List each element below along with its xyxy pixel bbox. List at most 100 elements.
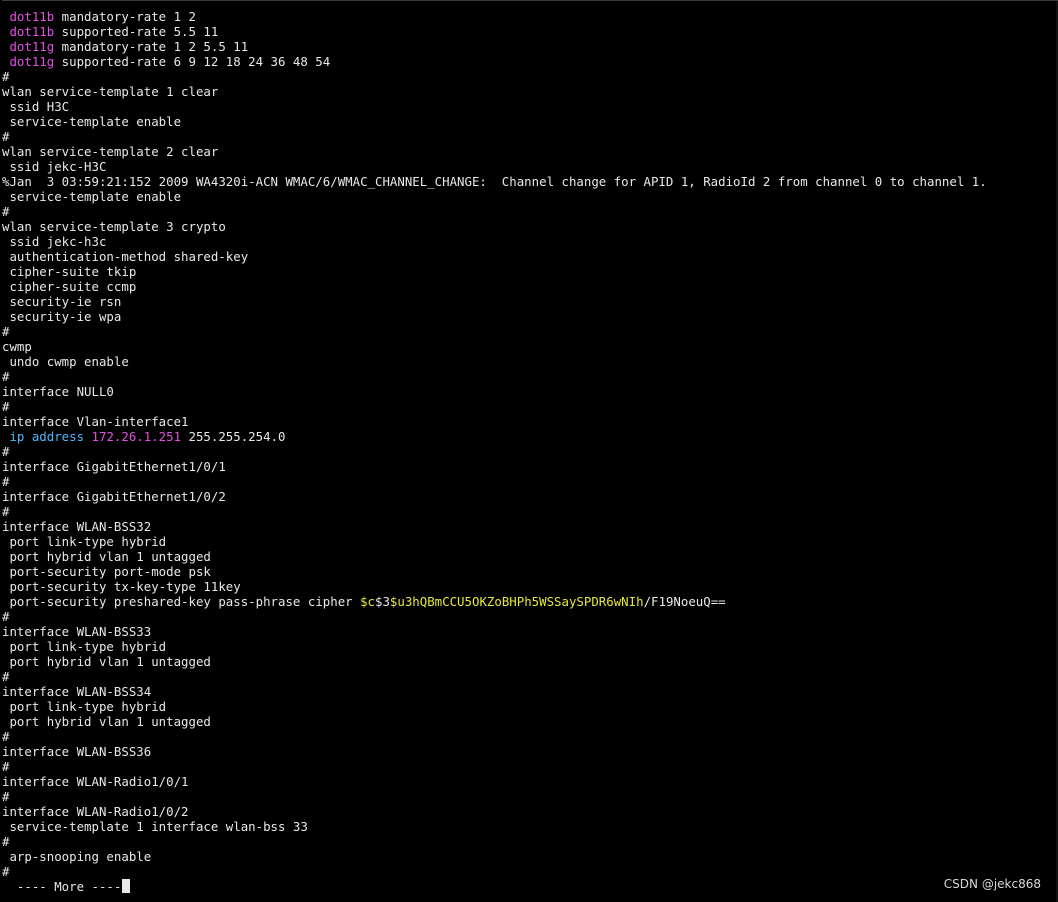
terminal-line: # bbox=[2, 474, 987, 489]
terminal-text-segment: # bbox=[2, 609, 10, 624]
terminal-text-segment: # bbox=[2, 399, 10, 414]
terminal-text-segment: # bbox=[2, 729, 10, 744]
terminal-line: port-security tx-key-type 11key bbox=[2, 579, 987, 594]
terminal-line: cipher-suite tkip bbox=[2, 264, 987, 279]
terminal-text-segment: service-template 1 interface wlan-bss 33 bbox=[2, 819, 308, 834]
terminal-text-segment: port hybrid vlan 1 untagged bbox=[2, 654, 211, 669]
terminal-line: interface Vlan-interface1 bbox=[2, 414, 987, 429]
terminal-text-segment: interface GigabitEthernet1/0/1 bbox=[2, 459, 226, 474]
terminal-text-segment: # bbox=[2, 324, 10, 339]
terminal-text-segment: # bbox=[2, 864, 10, 879]
terminal-line: dot11b mandatory-rate 1 2 bbox=[2, 9, 987, 24]
terminal-text-segment: /F19NoeuQ== bbox=[643, 594, 726, 609]
terminal-text-segment: port-security tx-key-type 11key bbox=[2, 579, 241, 594]
terminal-text-segment: interface WLAN-BSS32 bbox=[2, 519, 152, 534]
terminal-line: # bbox=[2, 69, 987, 84]
terminal-line: ssid jekc-h3c bbox=[2, 234, 987, 249]
terminal-line: # bbox=[2, 444, 987, 459]
terminal-text-segment: arp-snooping enable bbox=[2, 849, 152, 864]
terminal-text-segment: # bbox=[2, 474, 10, 489]
terminal-text-segment: ssid jekc-h3c bbox=[2, 234, 107, 249]
terminal-text-segment: # bbox=[2, 834, 10, 849]
terminal-line: dot11g mandatory-rate 1 2 5.5 11 bbox=[2, 39, 987, 54]
terminal-text-segment: $3 bbox=[375, 594, 390, 609]
terminal-text-segment: # bbox=[2, 369, 10, 384]
terminal-text-segment: # bbox=[2, 789, 10, 804]
terminal-line: interface WLAN-BSS32 bbox=[2, 519, 987, 534]
terminal-text-segment: port link-type hybrid bbox=[2, 699, 167, 714]
terminal-line: # bbox=[2, 789, 987, 804]
terminal-text-segment: # bbox=[2, 669, 10, 684]
terminal-text-segment: wlan service-template 1 clear bbox=[2, 84, 219, 99]
terminal-line: # bbox=[2, 129, 987, 144]
terminal-text-segment: authentication-method shared-key bbox=[2, 249, 249, 264]
terminal-line: security-ie wpa bbox=[2, 309, 987, 324]
terminal-line: service-template 1 interface wlan-bss 33 bbox=[2, 819, 987, 834]
terminal-text-segment: security-ie rsn bbox=[2, 294, 122, 309]
terminal-text-segment: mandatory-rate 1 2 bbox=[54, 9, 196, 24]
terminal-line: # bbox=[2, 834, 987, 849]
terminal-line: # bbox=[2, 369, 987, 384]
terminal-line: port link-type hybrid bbox=[2, 699, 987, 714]
terminal-text-segment: # bbox=[2, 129, 10, 144]
terminal-line: service-template enable bbox=[2, 114, 987, 129]
terminal-line: ssid H3C bbox=[2, 99, 987, 114]
terminal-text-segment: port hybrid vlan 1 untagged bbox=[2, 549, 211, 564]
terminal-text-segment: security-ie wpa bbox=[2, 309, 122, 324]
terminal-text-segment: interface NULL0 bbox=[2, 384, 114, 399]
terminal-line: port hybrid vlan 1 untagged bbox=[2, 549, 987, 564]
terminal-text-segment: undo cwmp enable bbox=[2, 354, 129, 369]
terminal-line: cipher-suite ccmp bbox=[2, 279, 987, 294]
terminal-text-segment: interface WLAN-BSS33 bbox=[2, 624, 152, 639]
terminal-line: # bbox=[2, 324, 987, 339]
terminal-text-segment: wlan service-template 2 clear bbox=[2, 144, 219, 159]
terminal-line: port hybrid vlan 1 untagged bbox=[2, 714, 987, 729]
terminal-line: cwmp bbox=[2, 339, 987, 354]
terminal-line: interface WLAN-BSS33 bbox=[2, 624, 987, 639]
terminal-text-segment: service-template enable bbox=[2, 189, 182, 204]
terminal-line: # bbox=[2, 729, 987, 744]
terminal-text-segment: cipher-suite tkip bbox=[2, 264, 137, 279]
terminal-text-segment: dot11g bbox=[2, 39, 55, 54]
terminal-text-segment: interface WLAN-BSS36 bbox=[2, 744, 152, 759]
terminal-text-segment: ip address bbox=[2, 429, 85, 444]
terminal-text-segment: %Jan 3 03:59:21:152 2009 WA4320i-ACN WMA… bbox=[2, 174, 987, 189]
terminal-line: interface WLAN-Radio1/0/2 bbox=[2, 804, 987, 819]
terminal-line: undo cwmp enable bbox=[2, 354, 987, 369]
terminal-line: %Jan 3 03:59:21:152 2009 WA4320i-ACN WMA… bbox=[2, 174, 987, 189]
terminal-line: interface GigabitEthernet1/0/2 bbox=[2, 489, 987, 504]
more-prompt-line: ---- More ---- bbox=[2, 879, 987, 894]
terminal-text-segment: supported-rate 5.5 11 bbox=[54, 24, 219, 39]
terminal-text-segment: dot11b bbox=[2, 9, 55, 24]
terminal-line: # bbox=[2, 759, 987, 774]
terminal-line: # bbox=[2, 504, 987, 519]
terminal-line: port-security port-mode psk bbox=[2, 564, 987, 579]
terminal-text-segment: cwmp bbox=[2, 339, 32, 354]
terminal-text-segment: 172.26.1.251 bbox=[84, 429, 182, 444]
terminal-line: wlan service-template 1 clear bbox=[2, 84, 987, 99]
terminal-output: dot11b mandatory-rate 1 2 dot11b support… bbox=[2, 9, 987, 894]
terminal-text-segment: interface WLAN-Radio1/0/2 bbox=[2, 804, 189, 819]
terminal-window[interactable]: dot11b mandatory-rate 1 2 dot11b support… bbox=[2, 0, 1058, 902]
terminal-text-segment: ssid jekc-H3C bbox=[2, 159, 107, 174]
terminal-line: wlan service-template 2 clear bbox=[2, 144, 987, 159]
terminal-line: interface GigabitEthernet1/0/1 bbox=[2, 459, 987, 474]
terminal-line: port link-type hybrid bbox=[2, 534, 987, 549]
terminal-text-segment: $c bbox=[360, 594, 375, 609]
terminal-text-segment: mandatory-rate 1 2 5.5 11 bbox=[54, 39, 249, 54]
watermark: CSDN @jekc868 bbox=[943, 877, 1041, 891]
terminal-text-segment: port-security port-mode psk bbox=[2, 564, 211, 579]
terminal-text-segment: # bbox=[2, 444, 10, 459]
terminal-line: security-ie rsn bbox=[2, 294, 987, 309]
terminal-text-segment: interface Vlan-interface1 bbox=[2, 414, 189, 429]
terminal-text-segment: cipher-suite ccmp bbox=[2, 279, 137, 294]
terminal-text-segment: interface WLAN-Radio1/0/1 bbox=[2, 774, 189, 789]
terminal-text-segment: # bbox=[2, 759, 10, 774]
terminal-text-segment: $u3hQBmCCU5OKZoBHPh5WSSaySPDR6wNIh bbox=[389, 594, 644, 609]
terminal-line: port link-type hybrid bbox=[2, 639, 987, 654]
more-prompt: ---- More ---- bbox=[2, 879, 122, 894]
terminal-line: wlan service-template 3 crypto bbox=[2, 219, 987, 234]
terminal-text-segment: service-template enable bbox=[2, 114, 182, 129]
terminal-text-segment: # bbox=[2, 69, 10, 84]
terminal-text-segment: dot11g bbox=[2, 54, 55, 69]
